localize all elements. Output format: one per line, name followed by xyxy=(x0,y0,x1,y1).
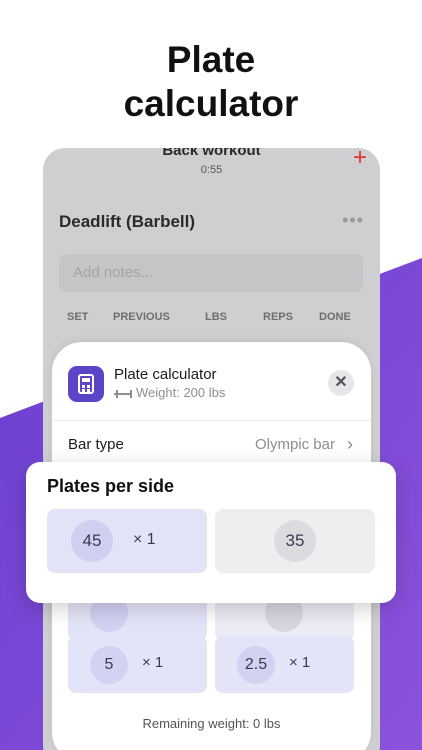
plate-tile-5[interactable]: 5 × 1 xyxy=(68,636,207,693)
sheet-title: Plate calculator xyxy=(114,366,217,383)
close-icon[interactable]: ✕ xyxy=(328,370,354,396)
workout-title: Back workout xyxy=(162,148,261,159)
dumbbell-icon xyxy=(114,389,132,398)
bar-type-label[interactable]: Bar type xyxy=(68,436,124,453)
plate-tile-45[interactable]: 45 × 1 xyxy=(47,509,207,573)
calculator-icon xyxy=(68,366,104,402)
headline-line-2: calculator xyxy=(123,83,299,124)
plate-count-2-5: × 1 xyxy=(289,654,311,671)
card-title: Plates per side xyxy=(47,476,175,496)
column-reps: REPS xyxy=(263,311,293,323)
weight-text: Weight: 200 lbs xyxy=(136,385,226,400)
workout-timer: 0:55 xyxy=(200,164,223,176)
plate-weight-45: 45 xyxy=(71,520,113,562)
bar-type-value[interactable]: Olympic bar xyxy=(255,436,335,453)
exercise-name[interactable]: Deadlift (Barbell) xyxy=(59,212,195,232)
column-previous: PREVIOUS xyxy=(113,311,170,323)
chevron-right-icon[interactable]: › xyxy=(347,434,353,455)
plate-count-45: × 1 xyxy=(133,531,156,548)
headline: Plate calculator xyxy=(0,38,422,126)
column-set: SET xyxy=(67,311,89,323)
plate-weight-35: 35 xyxy=(274,520,316,562)
plus-icon[interactable]: + xyxy=(353,148,367,170)
plate-tile-35[interactable]: 35 xyxy=(215,509,375,573)
ellipsis-icon[interactable]: ••• xyxy=(342,210,364,231)
column-done: DONE xyxy=(319,311,351,323)
sheet-weight: Weight: 200 lbs xyxy=(114,385,225,400)
plate-weight-5: 5 xyxy=(90,646,128,684)
plate-weight-2-5: 2.5 xyxy=(237,646,275,684)
divider xyxy=(52,420,371,421)
plate-count-5: × 1 xyxy=(142,654,164,671)
plate-tile-2-5[interactable]: 2.5 × 1 xyxy=(215,636,354,693)
headline-line-1: Plate xyxy=(166,39,256,80)
remaining-weight: Remaining weight: 0 lbs xyxy=(142,716,281,731)
plates-per-side-card: Plates per side 45 × 1 35 xyxy=(26,462,396,603)
notes-input[interactable]: Add notes... xyxy=(59,254,363,292)
column-lbs: LBS xyxy=(205,311,227,323)
